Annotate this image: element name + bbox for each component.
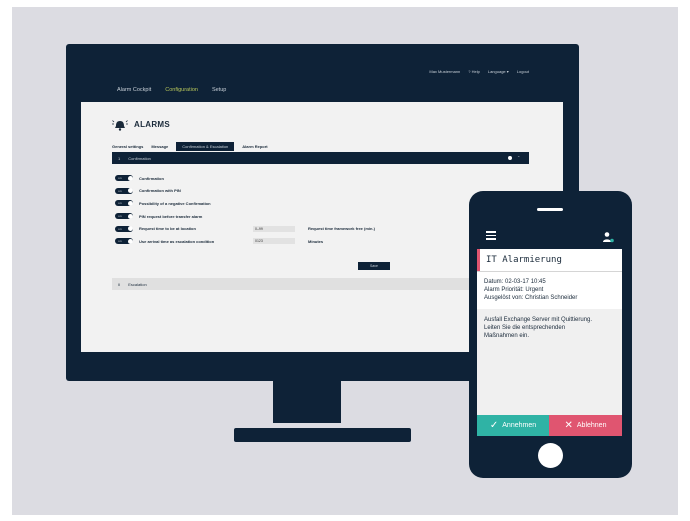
phone-header	[477, 222, 622, 249]
tab-alarm-report[interactable]: Alarm Report	[242, 144, 267, 149]
toggle-switch[interactable]: on	[115, 200, 133, 207]
message-line: Leiten Sie die entsprechenden	[484, 325, 566, 331]
setting-label: PIN request before transfer alarm	[139, 213, 203, 219]
alarm-date: Datum: 02-03-17 10:45	[484, 279, 546, 285]
nav-alarm-cockpit[interactable]: Alarm Cockpit	[117, 87, 151, 93]
check-icon: ✓	[489, 419, 499, 431]
phone-home-button[interactable]	[538, 443, 563, 468]
subtabs: General settings Message Confirmation & …	[112, 142, 276, 151]
arrival-time-input[interactable]: 0123	[253, 238, 295, 245]
user-link[interactable]: Max Mustermann	[429, 69, 460, 74]
setting-row: on Confirmation	[115, 172, 535, 185]
phone-screen: IT Alarmierung Datum: 02-03-17 10:45 Ala…	[477, 222, 622, 436]
chevron-up-icon[interactable]: ⌃	[517, 156, 521, 160]
confirmation-section-header[interactable]: 1 Confirmation ⌃	[112, 152, 529, 164]
main-nav: Alarm Cockpit Configuration Setup	[117, 87, 226, 93]
logout-link[interactable]: Logout	[517, 69, 529, 74]
field-unit-label: Request time framework free (min.)	[308, 226, 375, 232]
escalation-section-header[interactable]: II Escalation	[112, 278, 529, 290]
alarm-bell-icon	[112, 118, 128, 131]
section-number: II	[118, 281, 121, 287]
alarm-actions: ✓ Annehmen ✕ Ablehnen	[477, 415, 622, 436]
user-icon[interactable]	[602, 230, 614, 243]
monitor-stand-base	[234, 428, 411, 442]
alarm-triggered-by: Ausgelöst von: Christian Schneider	[484, 295, 578, 301]
setting-label: Request time to be at location	[139, 226, 196, 232]
tab-general-settings[interactable]: General settings	[112, 144, 143, 149]
reject-button[interactable]: ✕ Ablehnen	[549, 415, 622, 436]
message-line: Ausfall Exchange Server mit Quittierung.	[484, 317, 593, 323]
request-time-input[interactable]: 0–99	[253, 225, 295, 232]
page-head: ALARMS	[112, 118, 171, 131]
close-icon: ✕	[564, 419, 573, 431]
section-title: Confirmation	[128, 155, 151, 161]
help-link[interactable]: ? Help	[468, 69, 480, 74]
phone-speaker	[537, 208, 563, 211]
setting-label: Use arrival time as escalation condition	[139, 238, 215, 244]
toggle-switch[interactable]: on	[115, 225, 133, 232]
setting-label: Confirmation	[139, 175, 164, 181]
setting-label: Possibility of a negative Confirmation	[139, 200, 211, 206]
nav-setup[interactable]: Setup	[212, 87, 226, 93]
alarm-details: Datum: 02-03-17 10:45 Alarm Priorität: U…	[477, 271, 622, 309]
language-select[interactable]: Language ▾	[488, 69, 509, 74]
message-line: Maßnahmen ein.	[484, 333, 530, 339]
reject-label: Ablehnen	[576, 422, 607, 429]
alarm-title: IT Alarmierung	[477, 249, 622, 271]
section-number: 1	[118, 155, 121, 161]
accept-button[interactable]: ✓ Annehmen	[477, 415, 549, 436]
nav-configuration[interactable]: Configuration	[165, 87, 198, 93]
status-dot-icon	[508, 156, 512, 160]
setting-label: Confirmation with PIN	[139, 188, 181, 194]
app-header: Max Mustermann ? Help Language ▾ Logout …	[81, 57, 563, 102]
toggle-switch[interactable]: on	[115, 187, 133, 194]
toggle-switch[interactable]: on	[115, 175, 133, 182]
field-unit-label: Minutes	[308, 238, 324, 244]
page-title: ALARMS	[134, 119, 171, 129]
toggle-switch[interactable]: on	[115, 213, 133, 220]
accept-label: Annehmen	[502, 422, 537, 429]
hamburger-menu-icon[interactable]	[486, 231, 496, 240]
toggle-switch[interactable]: on	[115, 238, 133, 245]
tab-confirmation-escalation[interactable]: Confirmation & Escalation	[176, 142, 235, 151]
alarm-priority: Alarm Priorität: Urgent	[484, 287, 544, 293]
save-button[interactable]: Save	[358, 262, 390, 270]
top-links: Max Mustermann ? Help Language ▾ Logout	[429, 69, 529, 74]
alarm-message: Ausfall Exchange Server mit Quittierung.…	[477, 311, 622, 371]
monitor-stand-neck	[273, 381, 341, 423]
section-controls: ⌃	[508, 156, 521, 160]
section-title: Escalation	[128, 281, 147, 287]
tab-message[interactable]: Message	[151, 144, 168, 149]
